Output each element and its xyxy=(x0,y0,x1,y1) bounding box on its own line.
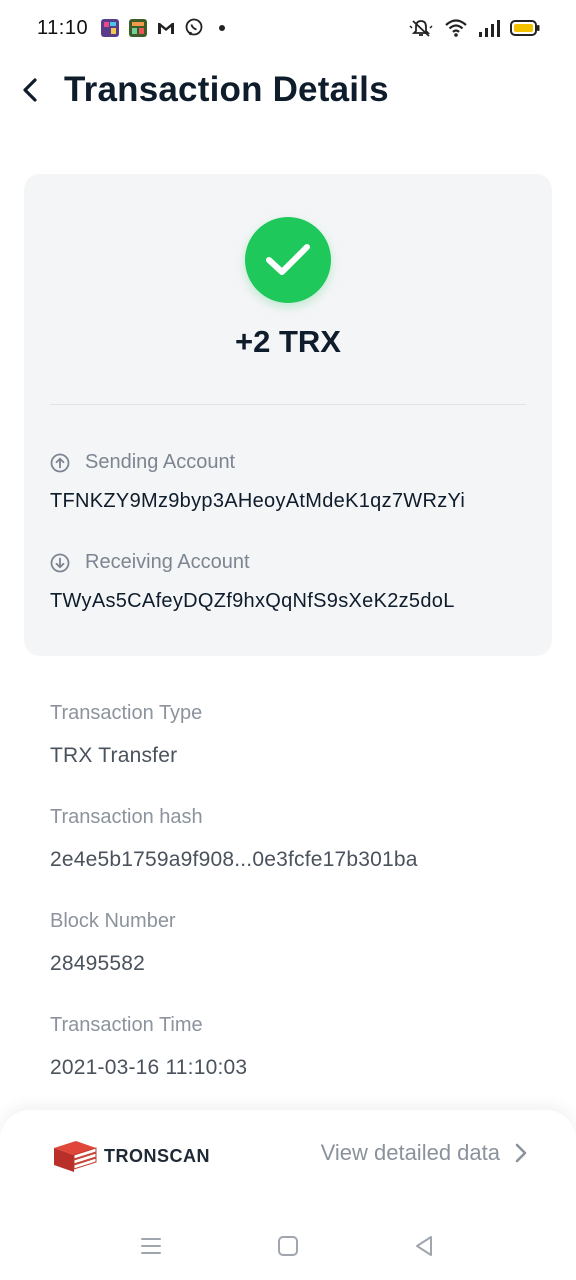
arrow-up-circle-icon xyxy=(50,453,70,472)
checkmark-icon xyxy=(266,244,310,275)
receiving-account-label-row: Receiving Account xyxy=(50,551,250,574)
header: Transaction Details xyxy=(0,58,576,122)
tronscan-logo-icon xyxy=(54,1141,97,1172)
home-button[interactable] xyxy=(274,1232,302,1260)
sending-account-label-row: Sending Account xyxy=(50,451,235,474)
success-status-icon xyxy=(245,217,331,303)
notification-icons xyxy=(100,18,232,38)
transaction-summary-card: +2 TRX Sending Account TFNKZY9Mz9byp3AHe… xyxy=(24,174,552,656)
triangle-back-icon xyxy=(416,1236,432,1256)
status-bar: 11:10 xyxy=(0,0,576,58)
divider xyxy=(50,404,526,405)
tronscan-brand-text: TRONSCAN xyxy=(104,1145,210,1166)
page-title: Transaction Details xyxy=(64,70,389,109)
viber-icon xyxy=(184,18,204,38)
transaction-type-label: Transaction Type xyxy=(50,702,203,724)
gmail-icon xyxy=(156,18,176,38)
sending-account-address: TFNKZY9Mz9byp3AHeoyAtMdeK1qz7WRzYi xyxy=(50,490,466,512)
view-detailed-data-label: View detailed data xyxy=(320,1140,500,1165)
chevron-right-icon xyxy=(515,1143,527,1163)
transaction-hash-label: Transaction hash xyxy=(50,806,203,828)
dot-icon xyxy=(212,18,232,38)
transaction-time-label: Transaction Time xyxy=(50,1014,203,1036)
signal-icon xyxy=(478,18,500,43)
status-time: 11:10 xyxy=(37,17,89,39)
menu-lines-icon xyxy=(141,1238,161,1254)
transaction-hash-value[interactable]: 2e4e5b1759a9f908...0e3fcfe17b301ba xyxy=(50,848,418,872)
sending-account-label: Sending Account xyxy=(85,451,236,473)
app-icon-1 xyxy=(100,18,120,38)
block-number-value: 28495582 xyxy=(50,952,146,975)
receiving-account-label: Receiving Account xyxy=(85,551,250,573)
system-back-button[interactable] xyxy=(410,1232,438,1260)
footer-bar: TRONSCAN View detailed data xyxy=(0,1110,576,1210)
block-number-label: Block Number xyxy=(50,910,176,932)
chevron-left-icon xyxy=(23,78,37,102)
recents-button[interactable] xyxy=(137,1232,165,1260)
transaction-amount: +2 TRX xyxy=(235,324,341,359)
receiving-account-address: TWyAs5CAfeyDQZf9hxQqNfS9sXeK2z5doL xyxy=(50,590,455,612)
arrow-down-circle-icon xyxy=(50,553,70,572)
square-home-icon xyxy=(278,1236,298,1256)
muted-bell-icon xyxy=(408,18,434,43)
back-button[interactable] xyxy=(14,70,46,110)
view-detailed-data-link[interactable]: View detailed data xyxy=(321,1140,528,1166)
system-navigation-bar xyxy=(0,1210,576,1280)
tronscan-logo: TRONSCAN xyxy=(52,1138,210,1174)
wifi-icon xyxy=(444,18,468,43)
battery-icon xyxy=(510,18,540,43)
app-icon-2 xyxy=(128,18,148,38)
status-right-icons xyxy=(408,18,540,43)
transaction-type-value: TRX Transfer xyxy=(50,744,178,767)
transaction-time-value: 2021-03-16 11:10:03 xyxy=(50,1056,248,1079)
